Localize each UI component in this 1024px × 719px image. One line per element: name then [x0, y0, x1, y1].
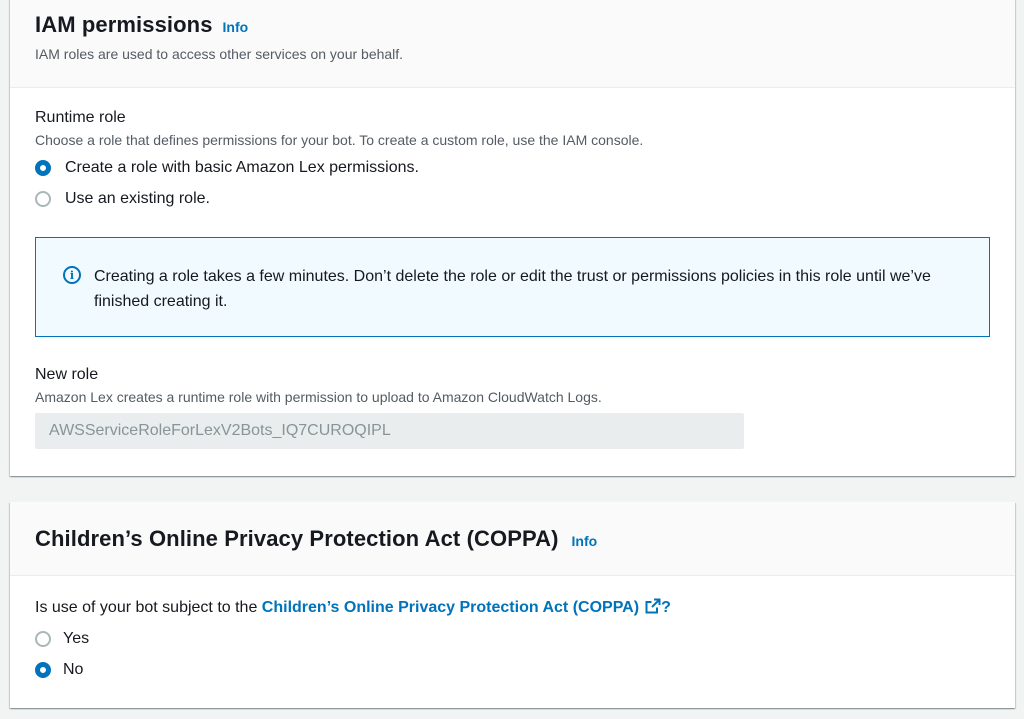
coppa-info-link[interactable]: Info — [572, 533, 598, 549]
runtime-role-label: Runtime role — [35, 109, 126, 126]
external-link-icon — [645, 598, 661, 614]
coppa-question: Is use of your bot subject to the Childr… — [35, 598, 671, 617]
runtime-role-description: Choose a role that defines permissions f… — [35, 132, 644, 148]
coppa-panel-title: Children’s Online Privacy Protection Act… — [35, 525, 559, 551]
radio-coppa-yes[interactable]: Yes — [35, 630, 89, 648]
radio-create-role-indicator[interactable] — [35, 160, 51, 176]
radio-existing-role[interactable]: Use an existing role. — [35, 190, 210, 208]
info-alert: i Creating a role takes a few minutes. D… — [35, 237, 990, 337]
radio-coppa-no-indicator[interactable] — [35, 662, 51, 678]
info-alert-text: Creating a role takes a few minutes. Don… — [94, 268, 931, 310]
iam-panel-header: IAM permissions Info IAM roles are used … — [10, 0, 1015, 88]
iam-panel-title: IAM permissions — [35, 12, 213, 37]
radio-coppa-no-label: No — [63, 661, 84, 678]
coppa-question-suffix: ? — [661, 599, 671, 616]
iam-panel-description: IAM roles are used to access other servi… — [35, 46, 404, 62]
radio-coppa-yes-indicator[interactable] — [35, 631, 51, 647]
coppa-external-link[interactable]: Children’s Online Privacy Protection Act… — [261, 598, 661, 616]
iam-info-link[interactable]: Info — [223, 19, 249, 35]
coppa-panel: Children’s Online Privacy Protection Act… — [10, 502, 1015, 708]
radio-create-role-label: Create a role with basic Amazon Lex perm… — [65, 159, 419, 176]
radio-coppa-yes-label: Yes — [63, 630, 90, 647]
iam-permissions-panel: IAM permissions Info IAM roles are used … — [10, 0, 1015, 476]
info-icon: i — [63, 266, 81, 284]
new-role-field: AWSServiceRoleForLexV2Bots_IQ7CUROQIPL — [35, 413, 744, 449]
new-role-label: New role — [35, 366, 99, 383]
radio-existing-role-indicator[interactable] — [35, 191, 51, 207]
radio-existing-role-label: Use an existing role. — [65, 190, 210, 207]
radio-create-role[interactable]: Create a role with basic Amazon Lex perm… — [35, 159, 419, 177]
coppa-link-text: Children’s Online Privacy Protection Act… — [261, 599, 640, 616]
coppa-panel-header: Children’s Online Privacy Protection Act… — [10, 502, 1015, 576]
radio-coppa-no[interactable]: No — [35, 661, 83, 679]
new-role-description: Amazon Lex creates a runtime role with p… — [35, 389, 602, 405]
coppa-question-prefix: Is use of your bot subject to the — [35, 599, 262, 616]
